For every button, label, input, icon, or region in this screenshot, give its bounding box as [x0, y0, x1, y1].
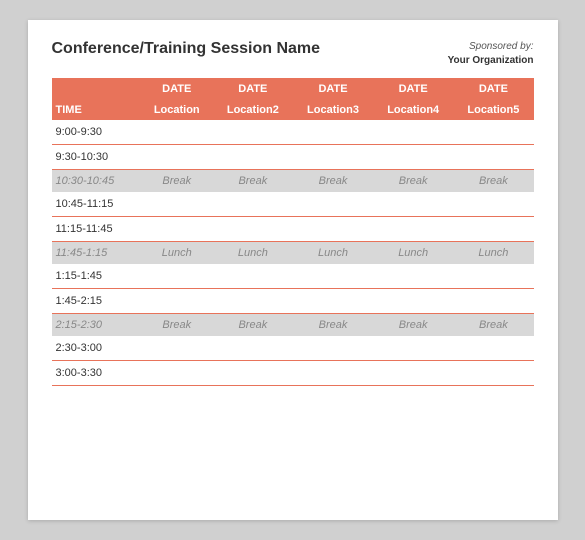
- page-header: Conference/Training Session Name Sponsor…: [52, 40, 534, 68]
- time-cell: 11:15-11:45: [52, 217, 141, 242]
- date-header-1: DATE: [213, 78, 293, 100]
- cell-9-3: [373, 336, 453, 361]
- cell-9-0: [141, 336, 213, 361]
- cell-1-4: [453, 145, 533, 170]
- cell-10-0: [141, 361, 213, 386]
- cell-8-1: Break: [213, 314, 293, 337]
- cell-3-4: [453, 192, 533, 217]
- cell-4-2: [293, 217, 373, 242]
- cell-8-4: Break: [453, 314, 533, 337]
- cell-1-3: [373, 145, 453, 170]
- time-cell: 1:45-2:15: [52, 289, 141, 314]
- time-cell: 10:45-11:15: [52, 192, 141, 217]
- table-row: 9:00-9:30: [52, 120, 534, 145]
- cell-7-2: [293, 289, 373, 314]
- cell-1-0: [141, 145, 213, 170]
- table-row: 3:00-3:30: [52, 361, 534, 386]
- cell-8-3: Break: [373, 314, 453, 337]
- date-header-3: DATE: [373, 78, 453, 100]
- cell-4-0: [141, 217, 213, 242]
- sponsor-block: Sponsored by: Your Organization: [448, 40, 534, 68]
- table-row: 11:15-11:45: [52, 217, 534, 242]
- cell-6-2: [293, 264, 373, 289]
- cell-7-3: [373, 289, 453, 314]
- cell-0-4: [453, 120, 533, 145]
- cell-4-3: [373, 217, 453, 242]
- cell-3-2: [293, 192, 373, 217]
- table-row: 1:45-2:15: [52, 289, 534, 314]
- cell-4-1: [213, 217, 293, 242]
- schedule-table: DATEDATEDATEDATEDATETIMELocationLocation…: [52, 78, 534, 386]
- cell-5-3: Lunch: [373, 242, 453, 265]
- location-header-3: Location4: [373, 100, 453, 120]
- cell-10-2: [293, 361, 373, 386]
- page: Conference/Training Session Name Sponsor…: [28, 20, 558, 520]
- cell-2-1: Break: [213, 170, 293, 193]
- time-cell: 2:15-2:30: [52, 314, 141, 337]
- cell-0-2: [293, 120, 373, 145]
- table-row: 10:45-11:15: [52, 192, 534, 217]
- time-cell: 9:00-9:30: [52, 120, 141, 145]
- cell-6-1: [213, 264, 293, 289]
- cell-3-1: [213, 192, 293, 217]
- cell-10-1: [213, 361, 293, 386]
- cell-2-2: Break: [293, 170, 373, 193]
- cell-3-3: [373, 192, 453, 217]
- cell-2-3: Break: [373, 170, 453, 193]
- table-row: 9:30-10:30: [52, 145, 534, 170]
- cell-6-3: [373, 264, 453, 289]
- date-header-4: DATE: [453, 78, 533, 100]
- cell-2-4: Break: [453, 170, 533, 193]
- time-column-header: TIME: [52, 100, 141, 120]
- table-row: 2:15-2:30BreakBreakBreakBreakBreak: [52, 314, 534, 337]
- table-row: 11:45-1:15LunchLunchLunchLunchLunch: [52, 242, 534, 265]
- cell-3-0: [141, 192, 213, 217]
- column-header-date-row: DATEDATEDATEDATEDATE: [52, 78, 534, 100]
- cell-7-1: [213, 289, 293, 314]
- cell-1-2: [293, 145, 373, 170]
- cell-7-0: [141, 289, 213, 314]
- cell-4-4: [453, 217, 533, 242]
- cell-5-0: Lunch: [141, 242, 213, 265]
- table-row: 10:30-10:45BreakBreakBreakBreakBreak: [52, 170, 534, 193]
- cell-10-3: [373, 361, 453, 386]
- date-header-2: DATE: [293, 78, 373, 100]
- cell-2-0: Break: [141, 170, 213, 193]
- table-row: 1:15-1:45: [52, 264, 534, 289]
- cell-7-4: [453, 289, 533, 314]
- location-header-1: Location2: [213, 100, 293, 120]
- location-header-0: Location: [141, 100, 213, 120]
- time-cell: 10:30-10:45: [52, 170, 141, 193]
- cell-5-1: Lunch: [213, 242, 293, 265]
- location-header-4: Location5: [453, 100, 533, 120]
- cell-9-2: [293, 336, 373, 361]
- cell-10-4: [453, 361, 533, 386]
- cell-9-4: [453, 336, 533, 361]
- cell-8-0: Break: [141, 314, 213, 337]
- time-cell: 2:30-3:00: [52, 336, 141, 361]
- cell-1-1: [213, 145, 293, 170]
- sponsor-label: Sponsored by:: [448, 40, 534, 54]
- time-cell: 1:15-1:45: [52, 264, 141, 289]
- cell-0-1: [213, 120, 293, 145]
- time-cell: 9:30-10:30: [52, 145, 141, 170]
- cell-0-3: [373, 120, 453, 145]
- cell-8-2: Break: [293, 314, 373, 337]
- column-header-location-row: TIMELocationLocation2Location3Location4L…: [52, 100, 534, 120]
- table-row: 2:30-3:00: [52, 336, 534, 361]
- cell-0-0: [141, 120, 213, 145]
- page-title: Conference/Training Session Name: [52, 40, 321, 58]
- cell-5-4: Lunch: [453, 242, 533, 265]
- cell-6-0: [141, 264, 213, 289]
- date-header-0: DATE: [141, 78, 213, 100]
- cell-5-2: Lunch: [293, 242, 373, 265]
- location-header-2: Location3: [293, 100, 373, 120]
- cell-9-1: [213, 336, 293, 361]
- sponsor-name: Your Organization: [448, 54, 534, 68]
- time-cell: 11:45-1:15: [52, 242, 141, 265]
- time-cell: 3:00-3:30: [52, 361, 141, 386]
- cell-6-4: [453, 264, 533, 289]
